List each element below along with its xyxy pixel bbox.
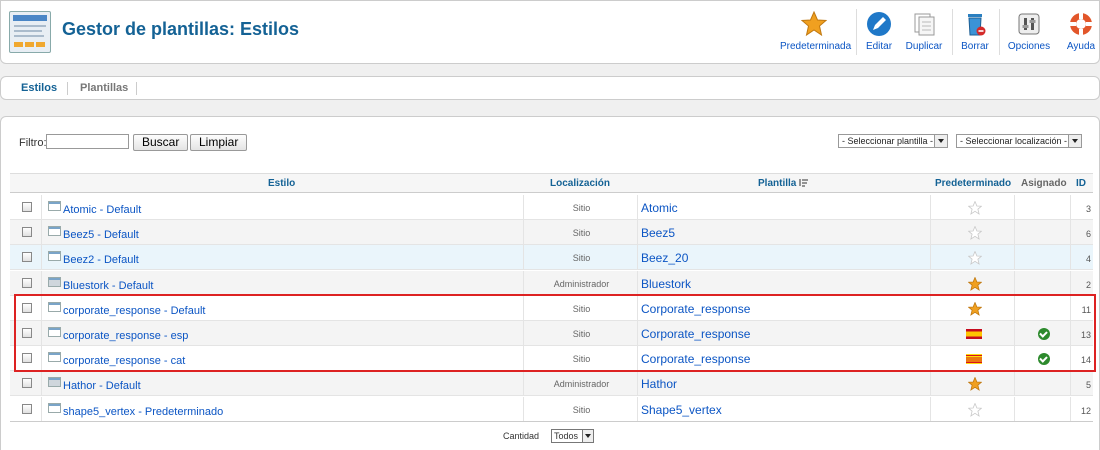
row-checkbox[interactable]	[22, 227, 32, 238]
sort-icon	[799, 179, 809, 187]
row-checkbox[interactable]	[22, 403, 32, 414]
star-filled-icon[interactable]	[968, 377, 982, 392]
row-checkbox[interactable]	[22, 202, 32, 212]
location-text: Administrador	[553, 278, 610, 289]
star-filled-icon[interactable]	[968, 276, 982, 291]
tab-plantillas[interactable]: Plantillas	[80, 82, 128, 94]
options-button[interactable]: Opciones	[1005, 9, 1053, 57]
row-checkbox[interactable]	[22, 378, 32, 389]
row-checkbox[interactable]	[22, 252, 32, 263]
row-id: 5	[1085, 380, 1091, 391]
column-id[interactable]: ID	[1076, 178, 1086, 189]
tab-estilos[interactable]: Estilos	[21, 82, 57, 94]
search-button[interactable]: Buscar	[133, 134, 189, 151]
filter-label: Filtro:	[19, 137, 47, 149]
limit-select[interactable]: Todos	[551, 429, 594, 443]
row-id: 12	[1080, 405, 1091, 416]
table-row: Beez5 - Default Sitio Beez5 6	[10, 220, 1093, 246]
template-name-link[interactable]: Atomic	[641, 196, 678, 221]
location-text: Sitio	[572, 253, 591, 264]
page-title: Gestor de plantillas: Estilos	[62, 19, 300, 39]
column-estilo[interactable]: Estilo	[268, 178, 295, 189]
trash-icon	[968, 14, 986, 36]
row-id: 6	[1085, 229, 1091, 240]
location-select[interactable]: - Seleccionar localización -	[956, 134, 1082, 148]
edit-icon	[867, 12, 891, 36]
edit-button[interactable]: Editar	[861, 9, 897, 57]
table-row: Atomic - Default Sitio Atomic 3	[10, 195, 1093, 220]
style-preview-icon	[48, 226, 61, 237]
limit-label: Cantidad	[503, 431, 540, 441]
table-row: Beez2 - Default Sitio Beez_20 4	[10, 245, 1093, 271]
toolbar: Gestor de plantillas: Estilos Predetermi…	[0, 0, 1100, 64]
star-outline-icon[interactable]	[968, 402, 982, 417]
help-icon	[1069, 12, 1093, 36]
template-name-link[interactable]: Beez5	[641, 221, 675, 246]
table-row: Bluestork - Default Administrador Bluestor…	[10, 270, 1093, 297]
style-preview-icon	[48, 402, 61, 413]
column-asignado: Asignado	[1021, 178, 1067, 189]
clear-button[interactable]: Limpiar	[190, 134, 248, 151]
copy-icon	[914, 13, 935, 36]
style-preview-icon	[48, 377, 61, 388]
delete-button[interactable]: Borrar	[957, 9, 993, 57]
template-name-link[interactable]: Bluestork	[641, 272, 691, 297]
table-header: Estilo Localización Plantilla Predetermi…	[10, 173, 1093, 193]
star-outline-icon[interactable]	[968, 251, 982, 266]
column-localizacion[interactable]: Localización	[550, 178, 610, 189]
row-id: 3	[1085, 204, 1091, 214]
star-outline-icon[interactable]	[968, 201, 982, 215]
column-plantilla[interactable]: Plantilla	[758, 178, 809, 189]
style-preview-icon	[48, 251, 61, 262]
pagination-footer: Cantidad Todos	[10, 421, 1093, 450]
star-icon	[801, 11, 827, 37]
template-manager-logo-icon	[9, 11, 51, 53]
row-id: 4	[1085, 254, 1091, 265]
column-predeterminado[interactable]: Predeterminado	[935, 178, 1011, 189]
chevron-down-icon	[934, 135, 947, 147]
submenu-tabs: Estilos Plantillas	[0, 76, 1100, 100]
row-checkbox[interactable]	[22, 277, 32, 288]
duplicate-button[interactable]: Duplicar	[902, 9, 946, 57]
help-button[interactable]: Ayuda	[1063, 9, 1099, 57]
table-row: shape5_vertex - Predeterminado Sitio Shape…	[10, 396, 1093, 423]
style-preview-icon	[48, 201, 61, 211]
template-name-link[interactable]: Hathor	[641, 372, 677, 397]
highlight-box	[14, 294, 1096, 372]
location-text: Administrador	[553, 379, 610, 390]
location-text: Sitio	[572, 228, 591, 239]
template-name-link[interactable]: Beez_20	[641, 246, 688, 271]
template-select[interactable]: - Seleccionar plantilla -	[838, 134, 948, 148]
filter-input[interactable]	[46, 134, 129, 149]
chevron-down-icon	[582, 430, 593, 442]
style-preview-icon	[48, 276, 61, 287]
options-icon	[1018, 13, 1040, 35]
star-outline-icon[interactable]	[968, 226, 982, 241]
table-row: Hathor - Default Administrador Hathor 5	[10, 371, 1093, 397]
chevron-down-icon	[1068, 135, 1081, 147]
location-text: Sitio	[572, 404, 591, 415]
template-name-link[interactable]: Shape5_vertex	[641, 398, 722, 423]
location-text: Sitio	[572, 203, 591, 213]
default-button[interactable]: Predeterminada	[780, 9, 851, 57]
